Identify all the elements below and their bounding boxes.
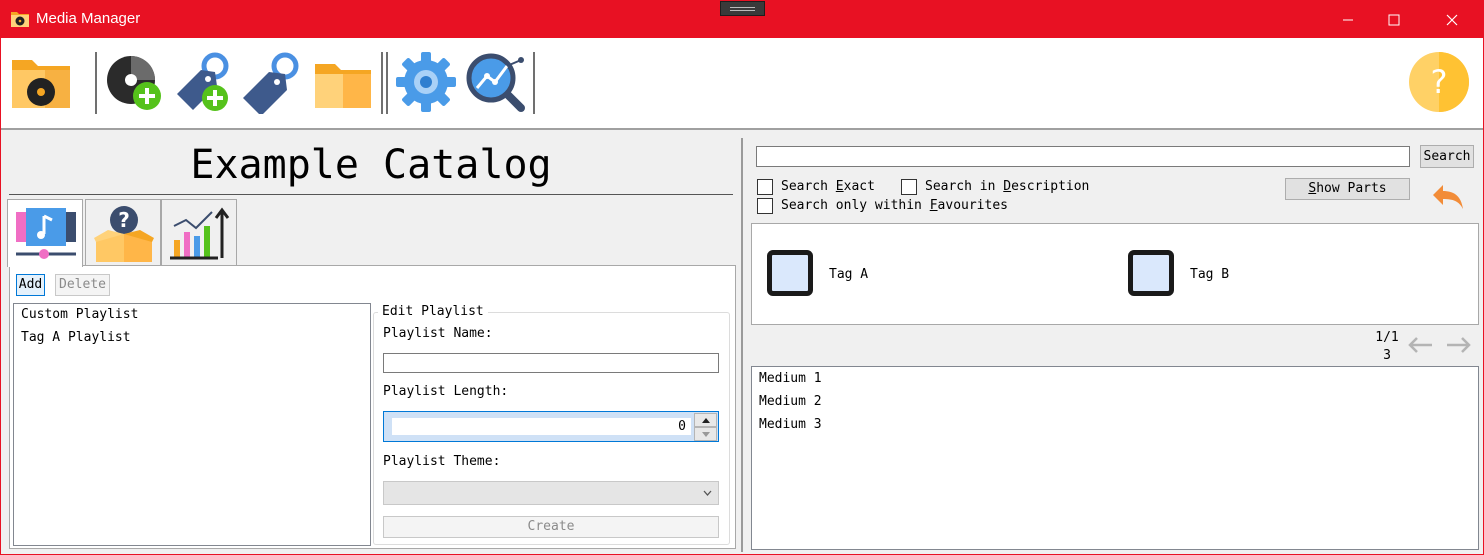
tag-checkbox[interactable]	[1128, 250, 1174, 296]
playlist-name-label: Playlist Name:	[383, 326, 493, 341]
window-title: Media Manager	[36, 10, 141, 27]
edit-playlist-legend: Edit Playlist	[378, 304, 488, 320]
tag-label: Tag B	[1190, 267, 1230, 282]
check-label-key: E	[835, 179, 844, 194]
svg-text:?: ?	[118, 208, 130, 232]
next-page-button[interactable]	[1445, 335, 1473, 355]
tag-button[interactable]	[237, 50, 301, 114]
magnifier-graph-icon	[466, 53, 525, 112]
check-label-key: F	[929, 198, 938, 213]
triangle-up-icon	[702, 418, 710, 423]
playlist-name-input[interactable]	[383, 353, 719, 373]
check-label-text: avourites	[937, 198, 1008, 213]
stepper-up-button[interactable]	[694, 413, 717, 427]
search-description-checkbox[interactable]: Search in Description	[901, 179, 1089, 195]
create-playlist-button[interactable]: Create	[383, 516, 719, 538]
page-indicator: 1/1 3	[1367, 329, 1407, 365]
search-favourites-checkbox[interactable]: Search only within Favourites	[757, 198, 1008, 214]
check-label-text: Search	[781, 179, 836, 194]
bar-chart-icon	[170, 207, 230, 260]
help-icon: ?	[1409, 52, 1469, 112]
tab-playlists[interactable]	[7, 199, 83, 267]
disc-plus-icon	[107, 56, 161, 110]
close-button[interactable]	[1429, 1, 1475, 38]
list-item[interactable]: Custom Playlist	[14, 304, 370, 327]
add-medium-button[interactable]	[105, 50, 169, 114]
search-input[interactable]	[756, 146, 1410, 167]
folder-icon	[315, 64, 371, 108]
pane-splitter[interactable]	[741, 138, 743, 552]
gear-icon	[396, 52, 456, 112]
tag-label: Tag A	[829, 267, 869, 282]
maximize-button[interactable]	[1371, 1, 1417, 38]
settings-button[interactable]	[394, 50, 458, 114]
undo-button[interactable]	[1431, 183, 1465, 211]
undo-arrow-icon	[1433, 185, 1463, 209]
search-button[interactable]: Search	[1420, 145, 1474, 168]
playlist-list[interactable]: Custom Playlist Tag A Playlist	[13, 303, 371, 546]
list-item[interactable]: Medium 3	[752, 414, 1478, 437]
title-bar[interactable]: Media Manager	[1, 1, 1483, 38]
previous-page-button[interactable]	[1406, 335, 1434, 355]
list-item[interactable]: Medium 1	[752, 368, 1478, 391]
delete-playlist-button[interactable]: Delete	[55, 274, 110, 296]
toolbar-separator	[381, 52, 383, 114]
tab-unknown-parts[interactable]: ?	[85, 199, 161, 265]
add-playlist-button[interactable]: Add	[16, 274, 45, 296]
playlist-length-value[interactable]: 0	[392, 418, 691, 435]
tab-statistics[interactable]	[161, 199, 237, 265]
list-item[interactable]: Tag A Playlist	[14, 327, 370, 350]
check-label-key: D	[1003, 179, 1012, 194]
show-parts-label: how Parts	[1316, 181, 1387, 196]
playlist-music-icon	[16, 208, 76, 259]
page-indicator-pages: 1/1	[1375, 330, 1399, 345]
minimize-button[interactable]	[1325, 1, 1371, 38]
close-icon	[1446, 14, 1458, 26]
help-button[interactable]: ?	[1407, 50, 1471, 114]
app-folder-icon	[10, 10, 30, 28]
catalog-title: Example Catalog	[9, 139, 733, 195]
arrow-left-icon	[1408, 337, 1432, 353]
playlist-length-label: Playlist Length:	[383, 384, 509, 399]
tag-checkbox[interactable]	[767, 250, 813, 296]
svg-text:?: ?	[1431, 63, 1448, 101]
check-label-text: Search in	[925, 179, 1004, 194]
checkbox-box[interactable]	[757, 198, 773, 214]
main-window: Media Manager ? Example Catalog ? Add De…	[0, 0, 1484, 555]
add-tag-button[interactable]	[171, 50, 235, 114]
show-parts-key: S	[1308, 181, 1317, 196]
check-label-text: xact	[843, 179, 875, 194]
toolbar-separator	[95, 52, 97, 114]
list-item[interactable]: Medium 2	[752, 391, 1478, 414]
playlist-length-stepper[interactable]: 0	[383, 411, 719, 442]
tag-filter-panel: Tag A Tag B	[751, 223, 1479, 325]
toolbar: ?	[1, 38, 1483, 130]
triangle-down-icon	[702, 432, 710, 437]
media-list[interactable]: Medium 1 Medium 2 Medium 3	[751, 366, 1479, 550]
minimize-icon	[1343, 19, 1353, 21]
check-label-text: Search only within	[781, 198, 930, 213]
check-label-text: escription	[1011, 179, 1090, 194]
tag-icon	[243, 52, 299, 114]
show-parts-button[interactable]: Show Parts	[1285, 178, 1410, 200]
drag-grip-handle[interactable]	[720, 1, 765, 16]
checkbox-box[interactable]	[901, 179, 917, 195]
folder-disc-icon	[12, 60, 70, 108]
checkbox-box[interactable]	[757, 179, 773, 195]
maximize-icon	[1388, 14, 1400, 26]
page-indicator-count: 3	[1383, 348, 1391, 363]
stepper-down-button[interactable]	[694, 427, 717, 441]
toolbar-separator	[533, 52, 535, 114]
playlist-theme-select[interactable]	[383, 481, 719, 505]
analyze-button[interactable]	[463, 50, 527, 114]
question-box-icon: ?	[94, 206, 154, 262]
playlist-theme-label: Playlist Theme:	[383, 454, 501, 469]
open-folder-button[interactable]	[311, 50, 375, 114]
search-exact-checkbox[interactable]: Search Exact	[757, 179, 875, 195]
toolbar-separator	[386, 52, 388, 114]
chevron-down-icon	[703, 490, 712, 496]
arrow-right-icon	[1447, 337, 1471, 353]
open-catalog-button[interactable]	[9, 50, 73, 114]
tag-plus-icon	[177, 52, 229, 111]
